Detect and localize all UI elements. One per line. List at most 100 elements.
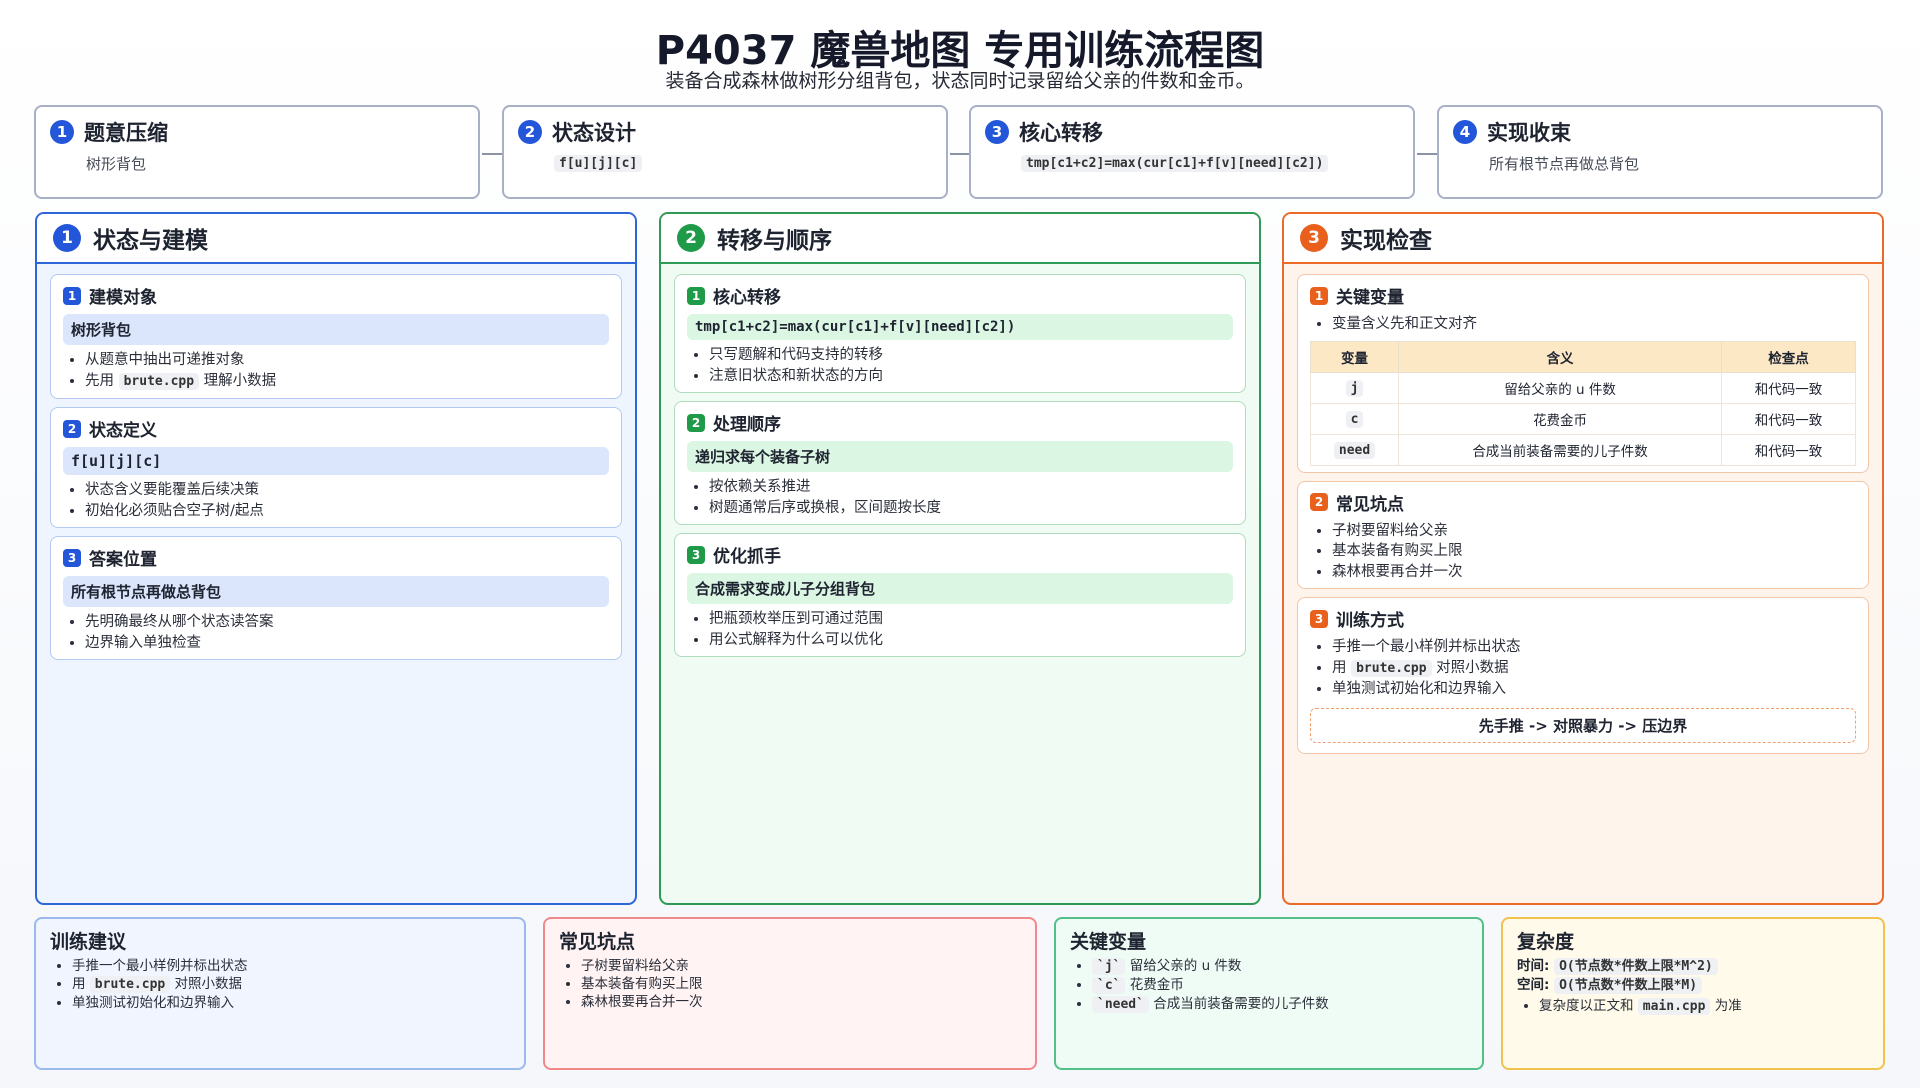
var-meaning: 花费金币 — [1398, 402, 1723, 435]
bullet-item: 按依赖关系推进 — [709, 477, 1233, 498]
card-optimization: 3 优化抓手 合成需求变成儿子分组背包 把瓶颈枚举压到可通过范围 用公式解释为什么… — [674, 533, 1246, 657]
bottom-card-pitfalls: 常见坑点 子树要留料给父亲 基本装备有购买上限 森林根要再合并一次 — [543, 917, 1037, 1070]
bullet-item: 森林根要再合并一次 — [1332, 562, 1856, 583]
card-highlight: 合成需求变成儿子分组背包 — [687, 573, 1233, 604]
step-number-badge: 1 — [50, 120, 74, 144]
bullet-item: 初始化必须贴合空子树/起点 — [85, 501, 609, 522]
card-title: 核心转移 — [713, 288, 781, 308]
card-highlight: tmp[c1+c2]=max(cur[c1]+f[v][need][c2]) — [687, 314, 1233, 340]
step-desc: 所有根节点再做总背包 — [1489, 155, 1640, 173]
bullet-item: `j` 留给父亲的 u 件数 — [1092, 957, 1468, 976]
card-number-badge: 1 — [687, 286, 705, 305]
space-complexity: 空间: O(节点数*件数上限*M) — [1517, 976, 1869, 995]
bottom-card-title: 关键变量 — [1070, 931, 1147, 953]
card-model-object: 1 建模对象 树形背包 从题意中抽出可递推对象 先用 brute.cpp 理解小数… — [50, 274, 622, 399]
var-name: j — [1345, 379, 1364, 397]
step-number-badge: 4 — [1453, 120, 1477, 144]
bullet-item: 子树要留料给父亲 — [581, 957, 1021, 975]
bullet-item: 子树要留料给父亲 — [1332, 521, 1856, 542]
card-number-badge: 2 — [687, 413, 705, 432]
flow-connector — [1417, 153, 1437, 155]
step-title: 题意压缩 — [84, 121, 168, 145]
card-highlight: 递归求每个装备子树 — [687, 441, 1233, 472]
card-highlight: 树形背包 — [63, 314, 609, 345]
bullet-item: 基本装备有购买上限 — [581, 975, 1021, 993]
column-state-modeling: 1 状态与建模 1 建模对象 树形背包 从题意中抽出可递推对象 先用 brute.c… — [35, 212, 637, 905]
var-check: 和代码一致 — [1721, 402, 1856, 435]
card-title: 答案位置 — [89, 550, 157, 570]
card-highlight: 所有根节点再做总背包 — [63, 576, 609, 607]
bullet-item: 单独测试初始化和边界输入 — [72, 994, 510, 1012]
bullet-item: 从题意中抽出可递推对象 — [85, 350, 609, 371]
card-training-method: 3 训练方式 手推一个最小样例并标出状态 用 brute.cpp 对照小数据 单独… — [1297, 597, 1869, 754]
var-name: need — [1333, 441, 1376, 459]
table-header: 含义 — [1398, 340, 1723, 373]
column-number-badge: 1 — [53, 224, 81, 252]
bullet-item: 基本装备有购买上限 — [1332, 541, 1856, 562]
card-number-badge: 1 — [1310, 286, 1328, 305]
bullet-item: 状态含义要能覆盖后续决策 — [85, 480, 609, 501]
variables-table: 变量 含义 检查点 j 留给父亲的 u 件数 和代码一致 c 花费金币 和代码一… — [1309, 340, 1856, 466]
step-code: f[u][j][c] — [554, 155, 643, 172]
bottom-card-title: 训练建议 — [50, 931, 127, 953]
bullet-item: 用 brute.cpp 对照小数据 — [1332, 658, 1856, 680]
column-number-badge: 2 — [677, 224, 705, 252]
var-meaning: 留给父亲的 u 件数 — [1398, 371, 1723, 404]
flow-step-4: 4 实现收束 所有根节点再做总背包 — [1437, 105, 1883, 199]
card-core-transfer: 1 核心转移 tmp[c1+c2]=max(cur[c1]+f[v][need][… — [674, 274, 1246, 393]
card-number-badge: 3 — [63, 548, 81, 567]
var-name: c — [1345, 410, 1364, 428]
column-transfer-order: 2 转移与顺序 1 核心转移 tmp[c1+c2]=max(cur[c1]+f[v]… — [659, 212, 1261, 905]
training-flow-chip: 先手推 -> 对照暴力 -> 压边界 — [1310, 707, 1856, 743]
bottom-card-title: 复杂度 — [1517, 931, 1575, 953]
bullet-item: 树题通常后序或换根，区间题按长度 — [709, 498, 1233, 519]
table-row: j 留给父亲的 u 件数 和代码一致 — [1309, 371, 1856, 404]
step-code: tmp[c1+c2]=max(cur[c1]+f[v][need][c2]) — [1021, 155, 1329, 172]
table-row: need 合成当前装备需要的儿子件数 和代码一致 — [1309, 433, 1856, 466]
column-title: 转移与顺序 — [717, 228, 832, 254]
card-number-badge: 1 — [63, 286, 81, 305]
bullet-item: 复杂度以正文和 main.cpp 为准 — [1539, 997, 1869, 1016]
table-header: 变量 — [1309, 340, 1400, 373]
bullet-item: 先明确最终从哪个状态读答案 — [85, 612, 609, 633]
card-key-variables: 1 关键变量 变量含义先和正文对齐 变量 含义 检查点 j 留给父亲的 u 件数 … — [1297, 274, 1869, 473]
card-title: 优化抓手 — [713, 547, 781, 567]
bullet-item: 变量含义先和正文对齐 — [1332, 314, 1856, 335]
card-number-badge: 3 — [1310, 609, 1328, 628]
card-process-order: 2 处理顺序 递归求每个装备子树 按依赖关系推进 树题通常后序或换根，区间题按长度 — [674, 401, 1246, 525]
card-number-badge: 3 — [687, 545, 705, 564]
card-title: 训练方式 — [1336, 611, 1404, 631]
column-title: 状态与建模 — [93, 228, 208, 254]
step-title: 状态设计 — [552, 121, 636, 145]
column-number-badge: 3 — [1300, 224, 1328, 252]
step-title: 实现收束 — [1487, 121, 1571, 145]
card-state-definition: 2 状态定义 f[u][j][c] 状态含义要能覆盖后续决策 初始化必须贴合空子树… — [50, 407, 622, 528]
bottom-card-complexity: 复杂度 时间: O(节点数*件数上限*M^2) 空间: O(节点数*件数上限*M… — [1501, 917, 1885, 1070]
table-row: c 花费金币 和代码一致 — [1309, 402, 1856, 435]
bullet-item: 森林根要再合并一次 — [581, 993, 1021, 1011]
flow-step-1: 1 题意压缩 树形背包 — [34, 105, 480, 199]
bullet-item: 用公式解释为什么可以优化 — [709, 630, 1233, 651]
card-title: 处理顺序 — [713, 415, 781, 435]
var-check: 和代码一致 — [1721, 433, 1856, 466]
card-title: 常见坑点 — [1336, 494, 1404, 515]
step-title: 核心转移 — [1019, 121, 1103, 145]
bottom-card-key-variables: 关键变量 `j` 留给父亲的 u 件数 `c` 花费金币 `need` 合成当前… — [1054, 917, 1484, 1070]
flow-step-3: 3 核心转移 tmp[c1+c2]=max(cur[c1]+f[v][need][… — [969, 105, 1415, 199]
table-header: 检查点 — [1721, 340, 1856, 373]
flow-connector — [482, 153, 502, 155]
step-desc: 树形背包 — [86, 155, 147, 173]
card-pitfalls: 2 常见坑点 子树要留料给父亲 基本装备有购买上限 森林根要再合并一次 — [1297, 480, 1869, 589]
bullet-item: 把瓶颈枚举压到可通过范围 — [709, 609, 1233, 630]
step-number-badge: 3 — [985, 120, 1009, 144]
bottom-card-training-advice: 训练建议 手推一个最小样例并标出状态 用 brute.cpp 对照小数据 单独测… — [34, 917, 526, 1070]
var-meaning: 合成当前装备需要的儿子件数 — [1398, 433, 1723, 466]
column-implementation-check: 3 实现检查 1 关键变量 变量含义先和正文对齐 变量 含义 检查点 j 留给父亲的… — [1282, 212, 1884, 905]
time-complexity: 时间: O(节点数*件数上限*M^2) — [1517, 957, 1869, 976]
card-highlight: f[u][j][c] — [63, 447, 609, 475]
bullet-item: 手推一个最小样例并标出状态 — [72, 957, 510, 975]
card-title: 建模对象 — [89, 288, 157, 308]
column-title: 实现检查 — [1340, 228, 1432, 254]
card-answer-position: 3 答案位置 所有根节点再做总背包 先明确最终从哪个状态读答案 边界输入单独检查 — [50, 536, 622, 660]
bullet-item: 手推一个最小样例并标出状态 — [1332, 637, 1856, 658]
